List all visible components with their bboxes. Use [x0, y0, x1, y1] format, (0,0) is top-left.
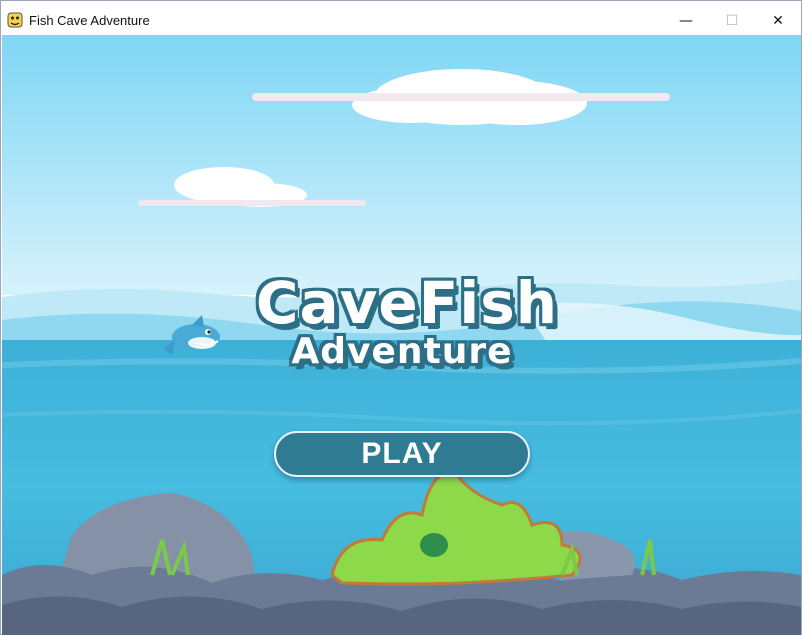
game-window: Fish Cave Adventure — ☐ ✕ CaveFish Adven…: [0, 0, 802, 635]
title-bar[interactable]: Fish Cave Adventure — ☐ ✕: [1, 1, 801, 39]
pygame-snake-icon: [7, 12, 23, 28]
logo-title: CaveFish: [242, 269, 572, 337]
maximize-icon: ☐: [725, 13, 739, 29]
window-title: Fish Cave Adventure: [29, 13, 150, 28]
logo-subtitle-text: Adventure: [291, 331, 513, 372]
play-button[interactable]: PLAY: [274, 431, 530, 477]
logo-subtitle: Adventure: [282, 331, 522, 372]
minimize-icon: —: [679, 13, 693, 29]
maximize-button[interactable]: ☐: [709, 7, 755, 35]
close-icon: ✕: [772, 13, 784, 29]
minimize-button[interactable]: —: [663, 7, 709, 35]
play-button-label: PLAY: [361, 437, 443, 470]
logo-title-text: CaveFish: [255, 269, 559, 337]
close-button[interactable]: ✕: [755, 7, 801, 35]
game-canvas[interactable]: CaveFish Adventure PLAY: [2, 35, 801, 635]
